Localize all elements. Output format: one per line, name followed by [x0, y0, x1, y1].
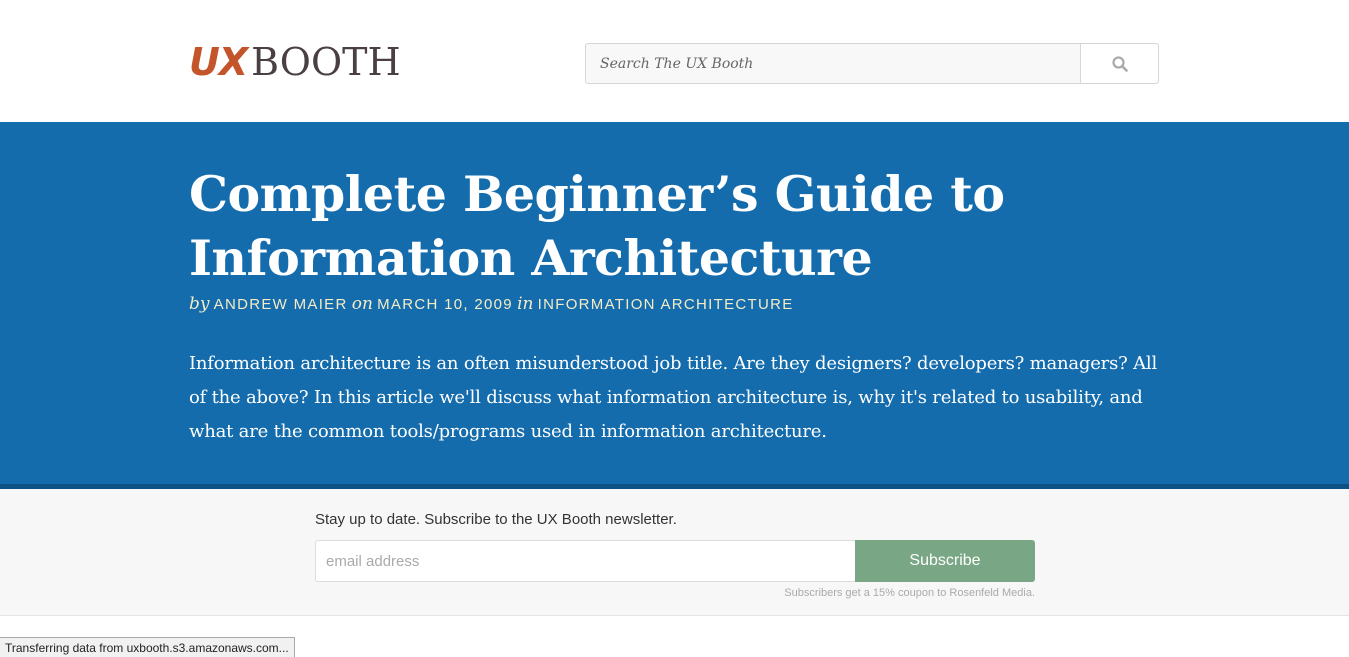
site-header: UX BOOTH — [0, 0, 1349, 122]
search-button[interactable] — [1080, 44, 1158, 83]
search-input[interactable] — [586, 44, 1080, 83]
logo-booth-text: BOOTH — [251, 40, 401, 84]
subscribe-button[interactable]: Subscribe — [855, 540, 1035, 582]
article-title: Complete Beginner’s Guide to Information… — [189, 165, 1005, 287]
article-byline: by ANDREW MAIER on MARCH 10, 2009 in INF… — [189, 294, 794, 315]
browser-status-bar: Transferring data from uxbooth.s3.amazon… — [0, 637, 295, 657]
email-field[interactable] — [315, 540, 856, 582]
byline-on-label: on — [351, 294, 373, 314]
author-link[interactable]: ANDREW MAIER — [214, 296, 348, 313]
newsletter-prompt: Stay up to date. Subscribe to the UX Boo… — [315, 511, 677, 528]
article-hero: Complete Beginner’s Guide to Information… — [0, 122, 1349, 484]
byline-in-label: in — [517, 294, 534, 314]
byline-by-label: by — [189, 294, 210, 314]
publish-date: MARCH 10, 2009 — [377, 296, 513, 313]
article-summary: Information architecture is an often mis… — [189, 353, 1158, 442]
newsletter-signup: Stay up to date. Subscribe to the UX Boo… — [0, 489, 1349, 616]
site-logo[interactable]: UX BOOTH — [189, 42, 401, 82]
newsletter-note: Subscribers get a 15% coupon to Rosenfel… — [784, 587, 1035, 599]
category-link[interactable]: INFORMATION ARCHITECTURE — [538, 296, 794, 313]
search-form — [585, 43, 1159, 84]
logo-ux-text: UX — [189, 40, 248, 84]
search-icon — [1112, 56, 1128, 72]
